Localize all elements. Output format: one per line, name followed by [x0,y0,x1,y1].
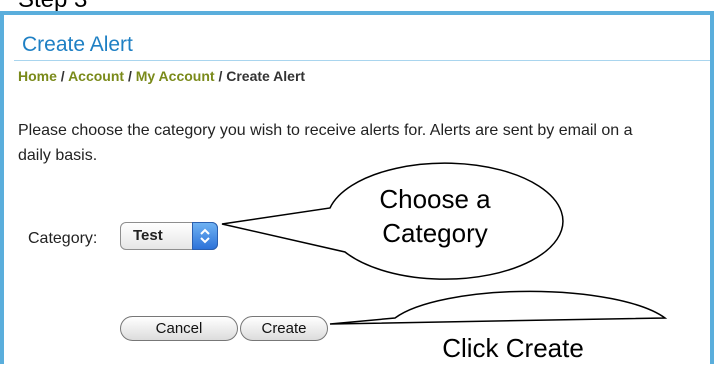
breadcrumb: Home / Account / My Account / Create Ale… [18,68,305,84]
callout-choose-category-text: Choose a Category [340,182,530,250]
instructions-text: Please choose the category you wish to r… [18,122,633,164]
create-button[interactable]: Create [240,316,328,341]
breadcrumb-separator: / [214,68,227,84]
category-label: Category: [28,230,98,247]
cancel-button[interactable]: Cancel [120,316,238,341]
breadcrumb-my-account[interactable]: My Account [136,68,215,84]
breadcrumb-separator: / [56,68,69,84]
breadcrumb-account[interactable]: Account [68,68,124,84]
page-title: Create Alert [22,33,133,56]
breadcrumb-separator: / [124,68,136,84]
breadcrumb-home[interactable]: Home [18,68,57,84]
title-divider [14,60,710,61]
callout-line: Category [382,218,488,248]
category-select[interactable]: Test [120,222,218,250]
callout-line: Choose a [379,184,491,214]
category-selected-value: Test [133,227,163,244]
callout-click-create-text: Click Create [442,333,584,363]
up-down-chevron-icon [192,222,218,250]
breadcrumb-current: Create Alert [226,68,306,84]
